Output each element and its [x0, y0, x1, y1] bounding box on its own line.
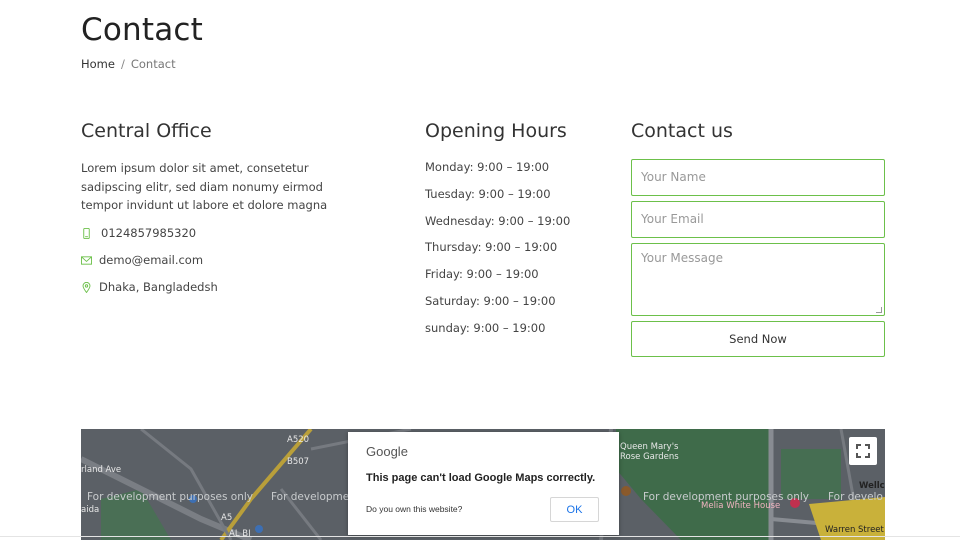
- map-error-dialog: Google This page can't load Google Maps …: [348, 432, 619, 535]
- hours-item: Saturday: 9:00 – 19:00: [425, 293, 556, 308]
- hours-item: Wednesday: 9:00 – 19:00: [425, 213, 571, 228]
- office-phone: 0124857985320: [81, 226, 196, 240]
- send-now-button[interactable]: Send Now: [631, 321, 885, 357]
- breadcrumb-home-link[interactable]: Home: [81, 57, 115, 71]
- map-label-road: B507: [287, 457, 310, 467]
- breadcrumb-separator: /: [120, 57, 125, 71]
- office-description: Lorem ipsum dolor sit amet, consetetur s…: [81, 161, 328, 212]
- breadcrumb: Home / Contact: [81, 57, 176, 71]
- map-label-street: Warren Street: [825, 525, 884, 535]
- email-input[interactable]: Your Email: [631, 201, 885, 238]
- hours-title: Opening Hours: [425, 120, 567, 142]
- message-placeholder: Your Message: [641, 251, 724, 265]
- message-textarea[interactable]: Your Message: [631, 243, 885, 316]
- map-dev-notice: For develo: [828, 491, 883, 503]
- map-pin-icon: [82, 281, 91, 293]
- office-address-text: Dhaka, Bangladedsh: [99, 280, 218, 294]
- hours-item: Thursday: 9:00 – 19:00: [425, 240, 558, 255]
- page-bottom-divider: [0, 536, 960, 537]
- map-label-road: A520: [287, 435, 310, 445]
- map-own-website-link[interactable]: Do you own this website?: [366, 504, 462, 514]
- phone-icon: [83, 227, 90, 239]
- map-label-road: AL BI: [229, 529, 251, 539]
- name-input[interactable]: Your Name: [631, 159, 885, 196]
- fullscreen-icon: [856, 444, 870, 458]
- office-email: demo@email.com: [81, 253, 203, 267]
- hours-list: Monday: 9:00 – 19:00 Tuesday: 9:00 – 19:…: [425, 159, 570, 347]
- map-label-corner: Wellc: [859, 481, 885, 491]
- map-label-road: aida: [81, 505, 100, 515]
- office-phone-text: 0124857985320: [101, 226, 197, 240]
- resize-handle[interactable]: [876, 307, 882, 313]
- google-logo: Google: [366, 444, 408, 459]
- breadcrumb-current: Contact: [130, 57, 176, 71]
- hours-item: Monday: 9:00 – 19:00: [425, 160, 550, 174]
- envelope-icon: [81, 255, 92, 265]
- map-label-park: Queen Mary's Rose Gardens: [620, 442, 679, 462]
- map-label-road: A5: [221, 513, 233, 523]
- map-label-road: rland Ave: [81, 465, 122, 475]
- map-dialog-ok-button[interactable]: OK: [550, 497, 599, 522]
- map-dev-notice: For development purposes only: [87, 491, 254, 503]
- map-error-message: This page can't load Google Maps correct…: [366, 472, 596, 484]
- office-email-text[interactable]: demo@email.com: [99, 253, 203, 267]
- map-dev-notice: For developme: [271, 491, 350, 503]
- contact-form-title: Contact us: [631, 120, 733, 142]
- hours-item: Tuesday: 9:00 – 19:00: [425, 186, 551, 201]
- hours-item: sunday: 9:00 – 19:00: [425, 320, 546, 335]
- office-address: Dhaka, Bangladedsh: [81, 280, 218, 294]
- hours-item: Friday: 9:00 – 19:00: [425, 267, 539, 282]
- page-title: Contact: [81, 12, 204, 48]
- map-fullscreen-button[interactable]: [849, 437, 877, 465]
- map-label-restaurant: Melia White House: [701, 501, 781, 511]
- office-title: Central Office: [81, 120, 212, 142]
